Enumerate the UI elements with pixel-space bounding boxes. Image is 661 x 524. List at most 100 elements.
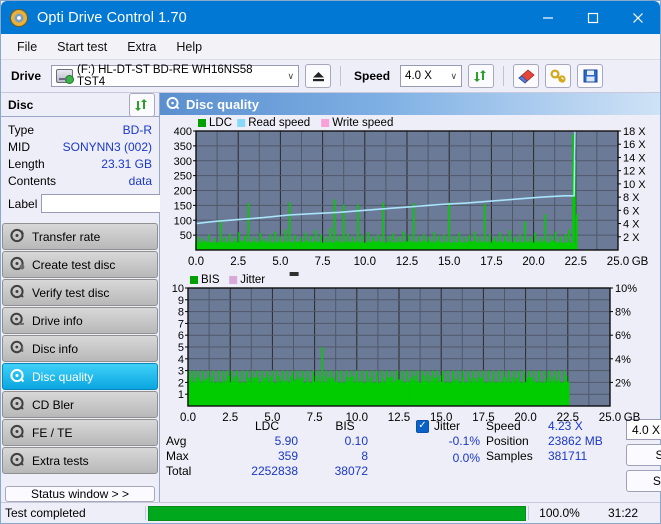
cd-bler-icon	[10, 396, 25, 414]
svg-text:25.0: 25.0	[599, 412, 621, 424]
sidebar-nav: Transfer rate Create test disc Verify te…	[1, 223, 159, 475]
svg-text:0.0: 0.0	[180, 412, 196, 424]
svg-text:12.5: 12.5	[396, 256, 418, 268]
stats-table: LDC BIS Avg 5.90 0.10 Max 359 8 Total 22…	[166, 419, 416, 502]
start-full-button[interactable]: Start full	[626, 444, 661, 466]
disc-write-icon	[10, 256, 25, 274]
sidebar-item-fe-te[interactable]: FE / TE	[2, 419, 158, 446]
svg-text:17.5: 17.5	[480, 256, 502, 268]
sidebar-item-create-test-disc[interactable]: Create test disc	[2, 251, 158, 278]
bis-chart[interactable]: BISJitter123456789102%4%6%8%10%0.02.55.0…	[162, 270, 658, 428]
disc-label-row: Label	[8, 193, 152, 218]
sidebar-item-create-test-disc-label: Create test disc	[32, 258, 115, 272]
disc-field-contents: Contents data	[8, 173, 152, 190]
sidebar-item-cd-bler-label: CD Bler	[32, 398, 74, 412]
svg-text:8%: 8%	[615, 307, 631, 319]
key-button[interactable]	[545, 64, 571, 88]
sidebar-item-drive-info[interactable]: Drive info	[2, 307, 158, 334]
progress-percent: 100.0%	[528, 506, 590, 520]
disc-quality-icon	[166, 96, 180, 113]
svg-text:300: 300	[174, 156, 192, 168]
svg-text:5.0: 5.0	[264, 412, 280, 424]
speed-select[interactable]: 4.0 X ∨	[400, 65, 462, 87]
start-part-button[interactable]: Start part	[626, 470, 661, 492]
svg-text:350: 350	[174, 141, 192, 153]
svg-text:12 X: 12 X	[623, 166, 646, 178]
close-icon[interactable]	[615, 1, 660, 34]
stats-row-total-ldc: 2252838	[224, 464, 310, 478]
toolbar-divider	[340, 66, 341, 86]
window-controls	[525, 1, 660, 34]
menu-help[interactable]: Help	[166, 37, 212, 57]
sidebar-item-extra-tests-label: Extra tests	[32, 454, 89, 468]
sidebar-item-fe-te-label: FE / TE	[32, 426, 72, 440]
sidebar-item-disc-info[interactable]: Disc info	[2, 335, 158, 362]
elapsed-time: 31:22	[590, 506, 648, 520]
disc-field-type-value: BD-R	[123, 122, 152, 139]
stats-row-total-label: Total	[166, 464, 224, 478]
svg-text:GB: GB	[624, 412, 641, 424]
svg-text:22.5: 22.5	[565, 256, 587, 268]
svg-text:4: 4	[178, 354, 184, 366]
disc-field-type-key: Type	[8, 122, 34, 139]
eraser-button[interactable]	[513, 64, 539, 88]
drive-icon	[56, 69, 73, 83]
window-title: Opti Drive Control 1.70	[37, 10, 187, 26]
svg-text:Write speed: Write speed	[332, 117, 393, 129]
svg-text:LDC: LDC	[209, 117, 232, 129]
sidebar-item-transfer-rate[interactable]: Transfer rate	[2, 223, 158, 250]
position-info-value: 23862 MB	[548, 434, 626, 448]
svg-text:2%: 2%	[615, 377, 631, 389]
disc-refresh-button[interactable]	[129, 93, 155, 117]
menu-file[interactable]: File	[7, 37, 47, 57]
menu-bar: File Start test Extra Help	[1, 34, 660, 60]
stats-row-avg-bis: 0.10	[310, 434, 380, 448]
disc-label-key: Label	[8, 197, 37, 211]
eject-button[interactable]	[305, 64, 331, 88]
svg-text:20.0: 20.0	[514, 412, 536, 424]
svg-text:6%: 6%	[615, 330, 631, 342]
drive-select[interactable]: (F:) HL-DT-ST BD-RE WH16NS58 TST4 ∨	[51, 65, 299, 87]
menu-extra[interactable]: Extra	[117, 37, 166, 57]
svg-text:10.0: 10.0	[346, 412, 368, 424]
sidebar-item-extra-tests[interactable]: Extra tests	[2, 447, 158, 474]
sidebar-item-drive-info-label: Drive info	[32, 314, 83, 328]
svg-text:9: 9	[178, 295, 184, 307]
svg-text:250: 250	[174, 171, 192, 183]
sidebar-item-verify-test-disc[interactable]: Verify test disc	[2, 279, 158, 306]
save-button[interactable]	[577, 64, 603, 88]
sidebar-item-cd-bler[interactable]: CD Bler	[2, 391, 158, 418]
menu-start-test[interactable]: Start test	[47, 37, 117, 57]
sidebar-item-transfer-rate-label: Transfer rate	[32, 230, 100, 244]
svg-text:8: 8	[178, 307, 184, 319]
stats-row-avg-ldc: 5.90	[224, 434, 310, 448]
svg-text:6 X: 6 X	[623, 205, 640, 217]
stats-row-max-ldc: 359	[224, 449, 310, 463]
disc-panel-header: Disc	[1, 93, 159, 117]
disc-transfer-icon	[10, 228, 25, 246]
stats-panel: LDC BIS Avg 5.90 0.10 Max 359 8 Total 22…	[160, 416, 660, 502]
drive-toolbar: Drive (F:) HL-DT-ST BD-RE WH16NS58 TST4 …	[1, 60, 660, 93]
status-window-button[interactable]: Status window > >	[5, 486, 155, 502]
speed-label: Speed	[350, 69, 394, 83]
maximize-icon[interactable]	[570, 1, 615, 34]
status-text: Test completed	[1, 506, 146, 520]
svg-text:6: 6	[178, 330, 184, 342]
charts-container: LDCRead speedWrite speed5010015020025030…	[160, 115, 660, 416]
progress-bar-fill	[148, 506, 526, 521]
svg-text:15.0: 15.0	[438, 256, 460, 268]
svg-text:200: 200	[174, 186, 192, 198]
drive-label: Drive	[7, 69, 45, 83]
toolbar-divider-2	[503, 66, 504, 86]
sidebar-item-disc-quality[interactable]: Disc quality	[2, 363, 158, 390]
svg-text:7: 7	[178, 318, 184, 330]
disc-field-contents-key: Contents	[8, 173, 56, 190]
sidebar-item-disc-quality-label: Disc quality	[32, 370, 93, 384]
jitter-value-max: 0.0%	[416, 450, 486, 467]
refresh-button[interactable]	[468, 64, 494, 88]
svg-text:10 X: 10 X	[623, 179, 646, 191]
minimize-icon[interactable]	[525, 1, 570, 34]
disc-field-length-value: 23.31 GB	[101, 156, 152, 173]
ldc-chart[interactable]: LDCRead speedWrite speed5010015020025030…	[162, 115, 658, 270]
svg-text:5: 5	[178, 342, 184, 354]
